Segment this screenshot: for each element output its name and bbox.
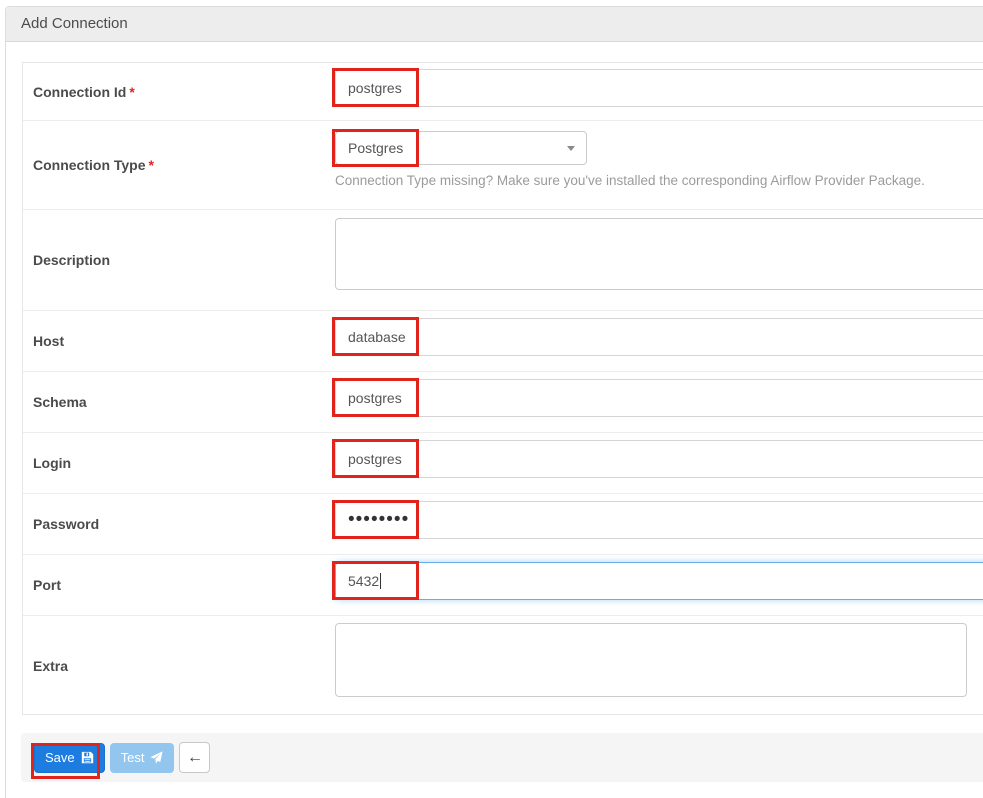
- password-input[interactable]: ••••••••: [335, 501, 983, 539]
- host-label: Host: [23, 333, 64, 349]
- floppy-disk-icon: [81, 751, 94, 764]
- password-label: Password: [23, 516, 99, 532]
- description-textarea[interactable]: [335, 218, 983, 290]
- caret-down-icon: [567, 146, 575, 151]
- connection-id-label: Connection Id*: [23, 84, 135, 100]
- arrow-left-icon: ←: [187, 749, 203, 767]
- connection-id-input[interactable]: postgres: [335, 69, 983, 107]
- form-button-bar: Save Test ←: [21, 733, 983, 782]
- save-button[interactable]: Save: [34, 743, 105, 773]
- form-row-login: Login postgres: [23, 432, 983, 493]
- extra-textarea[interactable]: [335, 623, 967, 697]
- connection-form: Connection Id* postgres Connection Type*…: [22, 62, 983, 715]
- port-input[interactable]: 5432: [335, 562, 983, 600]
- required-asterisk: *: [129, 84, 134, 100]
- form-row-connection-type: Connection Type* Postgres Connection Typ…: [23, 120, 983, 209]
- port-label: Port: [23, 577, 61, 593]
- add-connection-panel: Add Connection Connection Id* postgres C…: [5, 6, 983, 798]
- form-row-description: Description: [23, 209, 983, 310]
- schema-input[interactable]: postgres: [335, 379, 983, 417]
- schema-label: Schema: [23, 394, 87, 410]
- extra-label: Extra: [23, 658, 68, 674]
- connection-type-help-text: Connection Type missing? Make sure you'v…: [335, 173, 925, 188]
- form-row-connection-id: Connection Id* postgres: [23, 63, 983, 120]
- panel-heading: Add Connection: [6, 7, 983, 42]
- form-row-host: Host database: [23, 310, 983, 371]
- back-button[interactable]: ←: [179, 742, 210, 773]
- description-label: Description: [23, 252, 110, 268]
- login-input[interactable]: postgres: [335, 440, 983, 478]
- connection-type-select[interactable]: Postgres: [335, 131, 587, 165]
- host-input[interactable]: database: [335, 318, 983, 356]
- text-cursor: [380, 573, 381, 589]
- form-row-schema: Schema postgres: [23, 371, 983, 432]
- paper-plane-icon: [150, 751, 163, 764]
- test-button[interactable]: Test: [110, 743, 175, 773]
- page-title: Add Connection: [21, 15, 128, 32]
- required-asterisk: *: [149, 157, 154, 173]
- form-row-port: Port 5432: [23, 554, 983, 615]
- connection-type-label: Connection Type*: [23, 157, 154, 173]
- form-row-password: Password ••••••••: [23, 493, 983, 554]
- login-label: Login: [23, 455, 71, 471]
- form-row-extra: Extra: [23, 615, 983, 716]
